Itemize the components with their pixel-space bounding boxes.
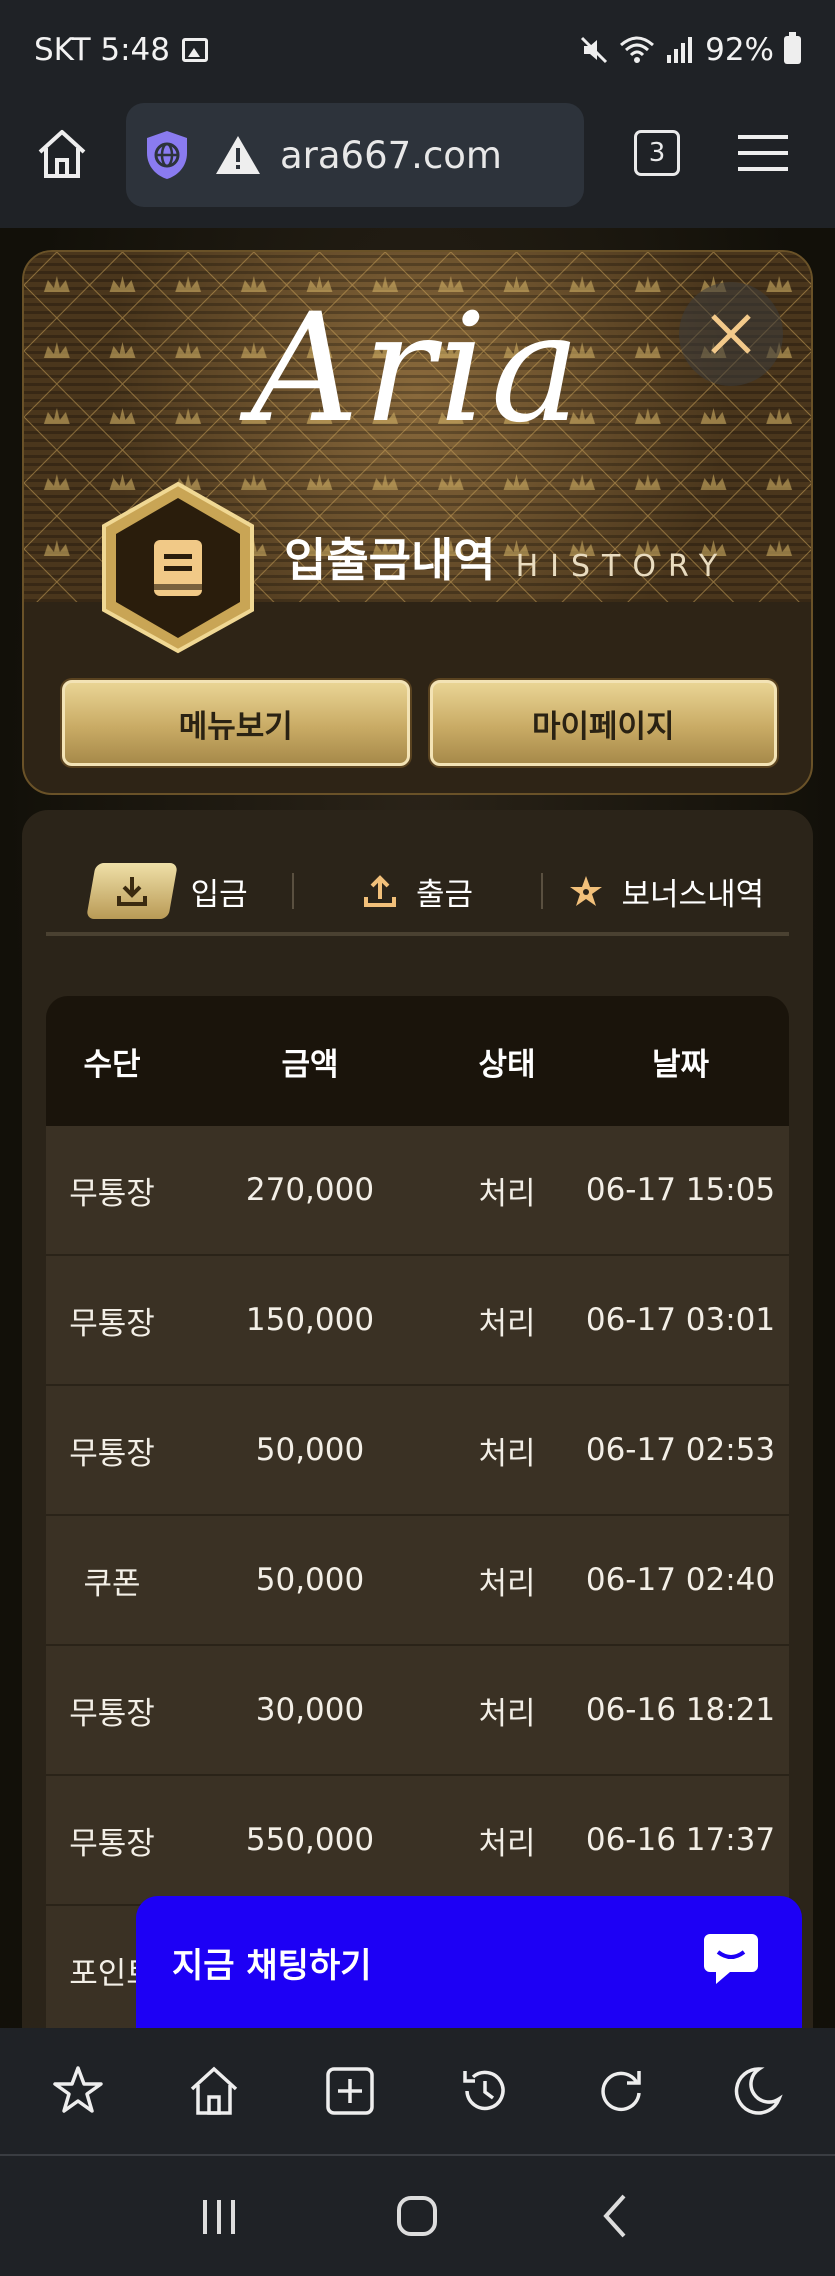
wifi-icon <box>620 36 655 63</box>
mute-icon <box>581 36 608 64</box>
cell-status: 처리 <box>478 1825 536 1862</box>
system-nav-bar <box>0 2156 835 2276</box>
cell-date: 06-16 18:21 <box>585 1692 776 1728</box>
shield-icon[interactable] <box>144 129 190 181</box>
history-modal-body: 입금 출금 보너스내역 수단 금액 상태 날짜 무통장 270,000 처리 0… <box>22 810 813 2036</box>
chat-label: 지금 채팅하기 <box>172 1945 372 1986</box>
home-icon[interactable] <box>34 126 90 182</box>
address-bar[interactable]: ara667.com <box>126 103 584 207</box>
cell-date: 06-17 15:05 <box>585 1172 776 1208</box>
menu-view-button[interactable]: 메뉴보기 <box>62 680 410 766</box>
cell-amount: 550,000 <box>245 1822 375 1858</box>
url-text: ara667.com <box>280 133 502 177</box>
home-nav-icon[interactable] <box>389 2188 445 2244</box>
page-title-en: HISTORY <box>515 549 730 584</box>
cell-date: 06-17 02:40 <box>585 1562 776 1598</box>
upload-icon <box>363 875 396 907</box>
cell-status: 처리 <box>478 1565 536 1602</box>
browser-bottom-bar <box>0 2028 835 2156</box>
tab-withdrawal-label: 출금 <box>415 876 474 913</box>
header-amount: 금액 <box>281 1046 339 1083</box>
cell-amount: 50,000 <box>255 1432 365 1468</box>
header-status: 상태 <box>478 1046 536 1083</box>
cell-date: 06-17 03:01 <box>585 1302 776 1338</box>
page-title: 입출금내역 <box>284 533 496 587</box>
table-row: 무통장 50,000 처리 06-17 02:53 <box>46 1386 789 1516</box>
table-row: 무통장 270,000 처리 06-17 15:05 <box>46 1126 789 1256</box>
book-icon <box>102 481 254 654</box>
cell-method: 무통장 <box>69 1825 155 1862</box>
cell-status: 처리 <box>478 1175 536 1212</box>
cell-amount: 270,000 <box>245 1172 375 1208</box>
back-icon[interactable] <box>588 2188 644 2244</box>
cell-method: 무통장 <box>69 1305 155 1342</box>
chat-bubble-icon <box>704 1934 758 1984</box>
cell-amount: 150,000 <box>245 1302 375 1338</box>
cell-amount: 30,000 <box>255 1692 365 1728</box>
table-header: 수단 금액 상태 날짜 <box>46 996 789 1126</box>
home-icon[interactable] <box>186 2063 242 2119</box>
history-modal-header: Aria 입출금내역 HISTORY 메뉴보기 마이페이지 <box>22 250 813 795</box>
cell-date: 06-16 17:37 <box>585 1822 776 1858</box>
header-date: 날짜 <box>651 1046 710 1083</box>
battery-icon <box>784 32 801 64</box>
carrier-time: SKT 5:48 <box>34 32 171 68</box>
cell-method: 쿠폰 <box>83 1565 141 1602</box>
download-icon <box>85 863 178 919</box>
header-method: 수단 <box>83 1046 141 1083</box>
cell-status: 처리 <box>478 1435 536 1472</box>
chat-now-button[interactable]: 지금 채팅하기 <box>136 1896 802 2028</box>
mypage-button[interactable]: 마이페이지 <box>429 680 777 766</box>
tab-count-button[interactable]: 3 <box>634 130 680 176</box>
table-row: 무통장 30,000 처리 06-16 18:21 <box>46 1646 789 1776</box>
new-tab-icon[interactable] <box>322 2063 378 2119</box>
cell-method: 무통장 <box>69 1435 155 1472</box>
cell-amount: 50,000 <box>255 1562 365 1598</box>
cell-method: 무통장 <box>69 1175 155 1212</box>
recent-apps-icon[interactable] <box>191 2188 247 2244</box>
tab-bonus[interactable]: 보너스내역 <box>543 869 789 914</box>
bookmark-star-icon[interactable] <box>50 2063 106 2119</box>
star-icon <box>569 876 602 906</box>
refresh-icon[interactable] <box>593 2063 649 2119</box>
cell-method: 무통장 <box>69 1695 155 1732</box>
tab-deposit-label: 입금 <box>190 876 248 913</box>
history-icon[interactable] <box>457 2063 513 2119</box>
close-button[interactable] <box>679 282 783 386</box>
warning-icon[interactable] <box>214 134 262 176</box>
table-row: 무통장 550,000 처리 06-16 17:37 <box>46 1776 789 1906</box>
cell-status: 처리 <box>478 1695 536 1732</box>
tab-bonus-label: 보너스내역 <box>621 876 765 913</box>
gallery-notification-icon <box>182 38 209 62</box>
cell-date: 06-17 02:53 <box>585 1432 776 1468</box>
close-icon <box>711 314 751 354</box>
menu-icon[interactable] <box>738 133 788 173</box>
tab-deposit[interactable]: 입금 <box>46 863 292 919</box>
tab-withdrawal[interactable]: 출금 <box>294 869 540 914</box>
battery-percent: 92% <box>705 32 774 68</box>
table-row: 쿠폰 50,000 처리 06-17 02:40 <box>46 1516 789 1646</box>
status-bar: SKT 5:48 92% <box>0 0 835 100</box>
table-row: 무통장 150,000 처리 06-17 03:01 <box>46 1256 789 1386</box>
cell-status: 처리 <box>478 1305 536 1342</box>
history-table: 수단 금액 상태 날짜 무통장 270,000 처리 06-17 15:05 무… <box>46 996 789 2036</box>
signal-icon <box>667 37 693 63</box>
dark-mode-icon[interactable] <box>729 2063 785 2119</box>
history-tabs: 입금 출금 보너스내역 <box>46 850 789 936</box>
